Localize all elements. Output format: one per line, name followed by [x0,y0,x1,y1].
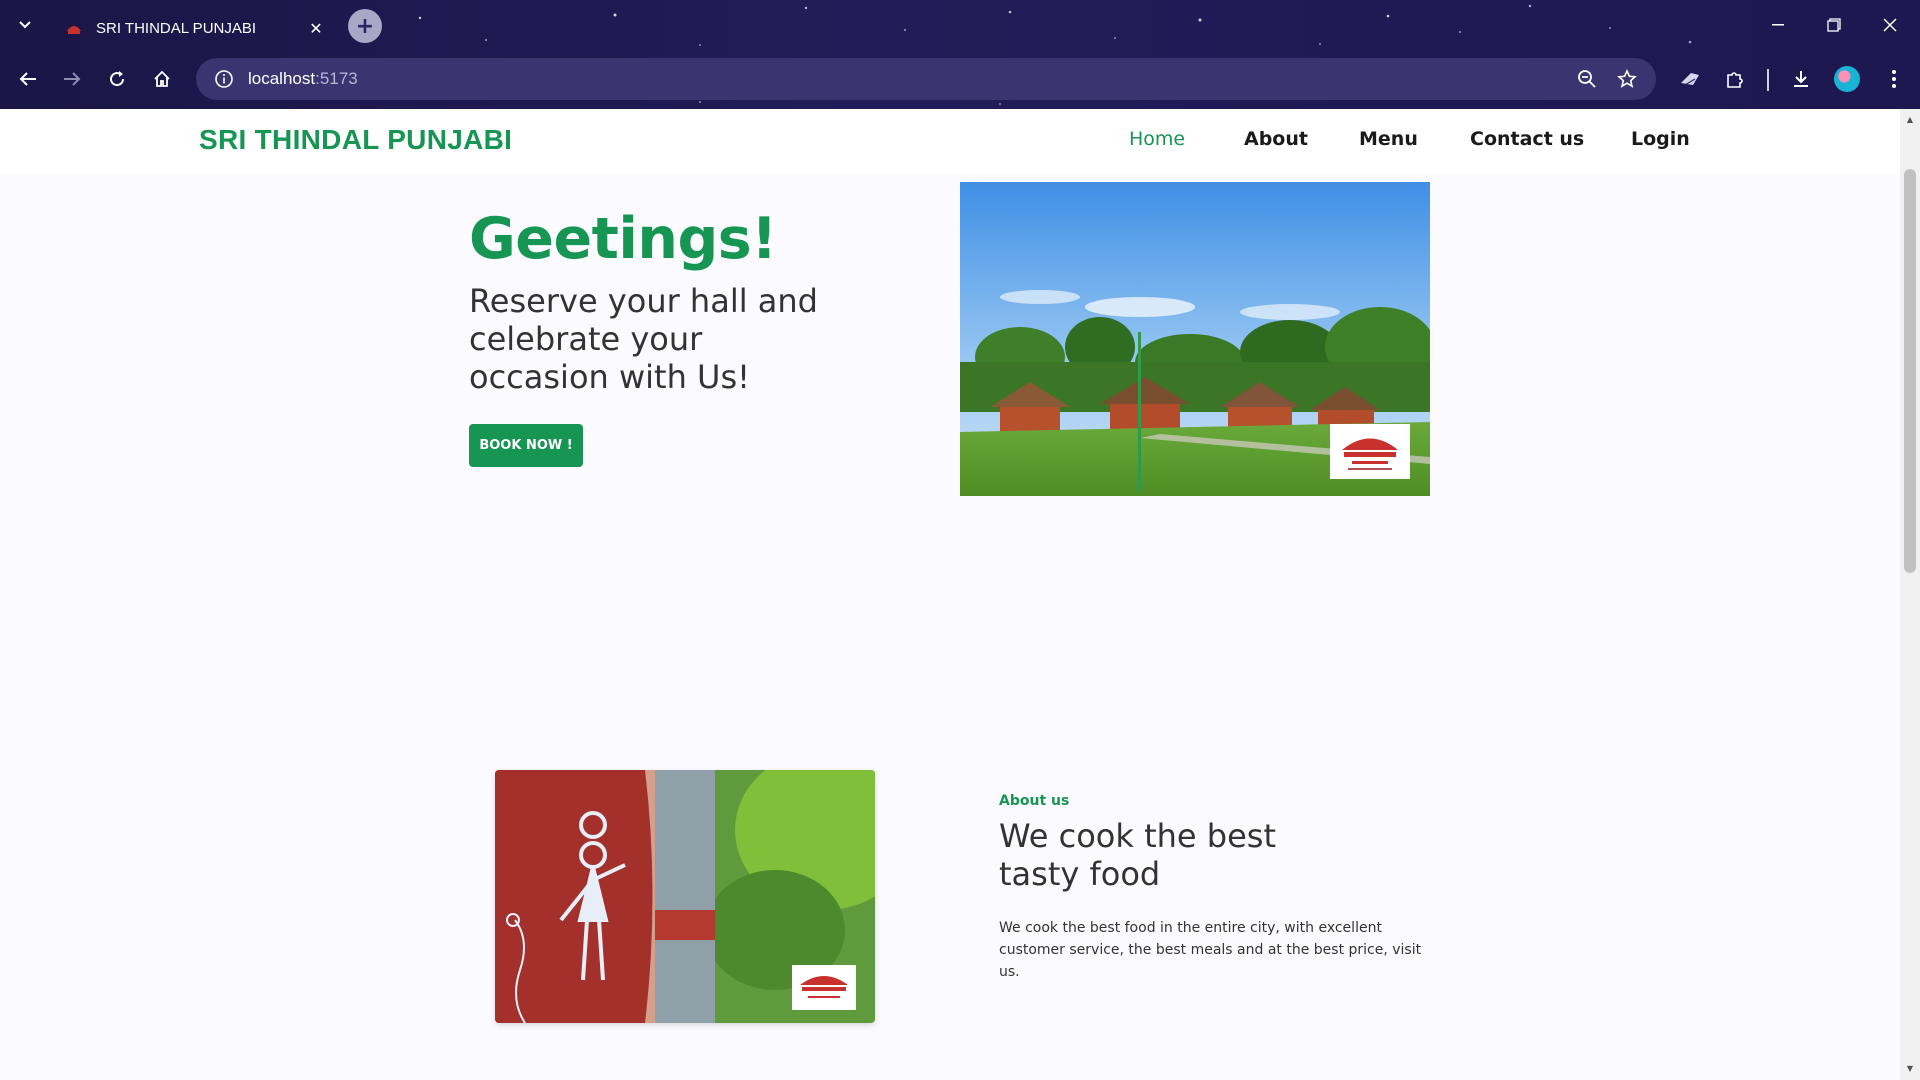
reload-icon [110,71,125,87]
minimize-icon [1772,24,1784,26]
url-host: localhost [248,69,316,88]
tab-close-icon[interactable]: ✕ [306,18,326,38]
extension-button[interactable] [1670,59,1710,99]
scroll-up-icon[interactable]: ▲ [1905,115,1915,125]
about-image [495,770,875,1023]
address-bar[interactable]: localhost:5173 [196,58,1656,100]
more-vertical-icon [1892,70,1896,88]
about-description: We cook the best food in the entire city… [999,920,1422,980]
extensions-menu-button[interactable] [1715,59,1755,99]
back-button[interactable] [8,59,48,99]
zoom-button[interactable] [1567,58,1607,100]
tab-title: SRI THINDAL PUNJABI [96,19,257,37]
url-text[interactable]: localhost:5173 [248,69,358,89]
site-navbar: SRI THINDAL PUNJABI Home About Menu Cont… [0,109,1900,173]
window-close-button[interactable] [1862,0,1918,50]
home-icon [154,70,170,87]
hero-venue-image [960,182,1430,496]
window-restore-button[interactable] [1806,0,1862,50]
window-minimize-button[interactable] [1750,0,1806,50]
zoom-out-icon [1578,70,1596,88]
download-icon [1794,71,1808,87]
site-brand-logo[interactable]: SRI THINDAL PUNJABI [199,124,512,156]
hero-greeting: Geetings! [469,206,777,272]
toolbar-separator [1767,69,1769,91]
hero-subtitle: Reserve your hall and celebrate your occ… [469,282,818,396]
profile-avatar[interactable] [1834,66,1860,92]
arrow-left-icon [19,72,36,86]
nav-menu-link[interactable]: Menu [1359,128,1418,150]
url-port: :5173 [315,69,358,88]
arrow-right-icon [64,72,81,86]
scrollbar-thumb[interactable] [1904,169,1916,573]
about-kicker: About us [999,793,1070,809]
star-icon [1617,69,1637,88]
bookmark-button[interactable] [1607,58,1647,100]
browser-tab-active[interactable]: SRI THINDAL PUNJABI ✕ [50,6,340,50]
new-tab-button[interactable]: + [348,9,382,43]
site-info-icon[interactable] [204,59,244,99]
web-page: SRI THINDAL PUNJABI Home About Menu Cont… [0,109,1900,1080]
forward-button[interactable] [52,59,92,99]
page-scrollbar[interactable]: ▲ ▼ [1900,109,1920,1080]
site-favicon-icon [64,18,84,38]
nav-home-link[interactable]: Home [1129,128,1185,150]
chevron-down-icon [19,21,31,29]
restore-icon [1827,18,1841,32]
extension-wing-icon [1681,73,1699,86]
browser-menu-button[interactable] [1874,59,1914,99]
nav-login-link[interactable]: Login [1631,128,1690,150]
book-now-button[interactable]: BOOK NOW ! [469,424,583,467]
tab-search-button[interactable] [12,12,38,38]
puzzle-icon [1727,72,1743,88]
downloads-button[interactable] [1781,59,1821,99]
home-button[interactable] [142,59,182,99]
scroll-down-icon[interactable]: ▼ [1905,1064,1915,1074]
about-title: We cook the best tasty food [999,817,1276,893]
close-icon [1883,18,1897,32]
browser-chrome: SRI THINDAL PUNJABI ✕ + localhost:5173 [0,0,1920,109]
nav-contact-link[interactable]: Contact us [1470,128,1584,150]
reload-button[interactable] [97,59,137,99]
nav-about-link[interactable]: About [1244,128,1308,150]
